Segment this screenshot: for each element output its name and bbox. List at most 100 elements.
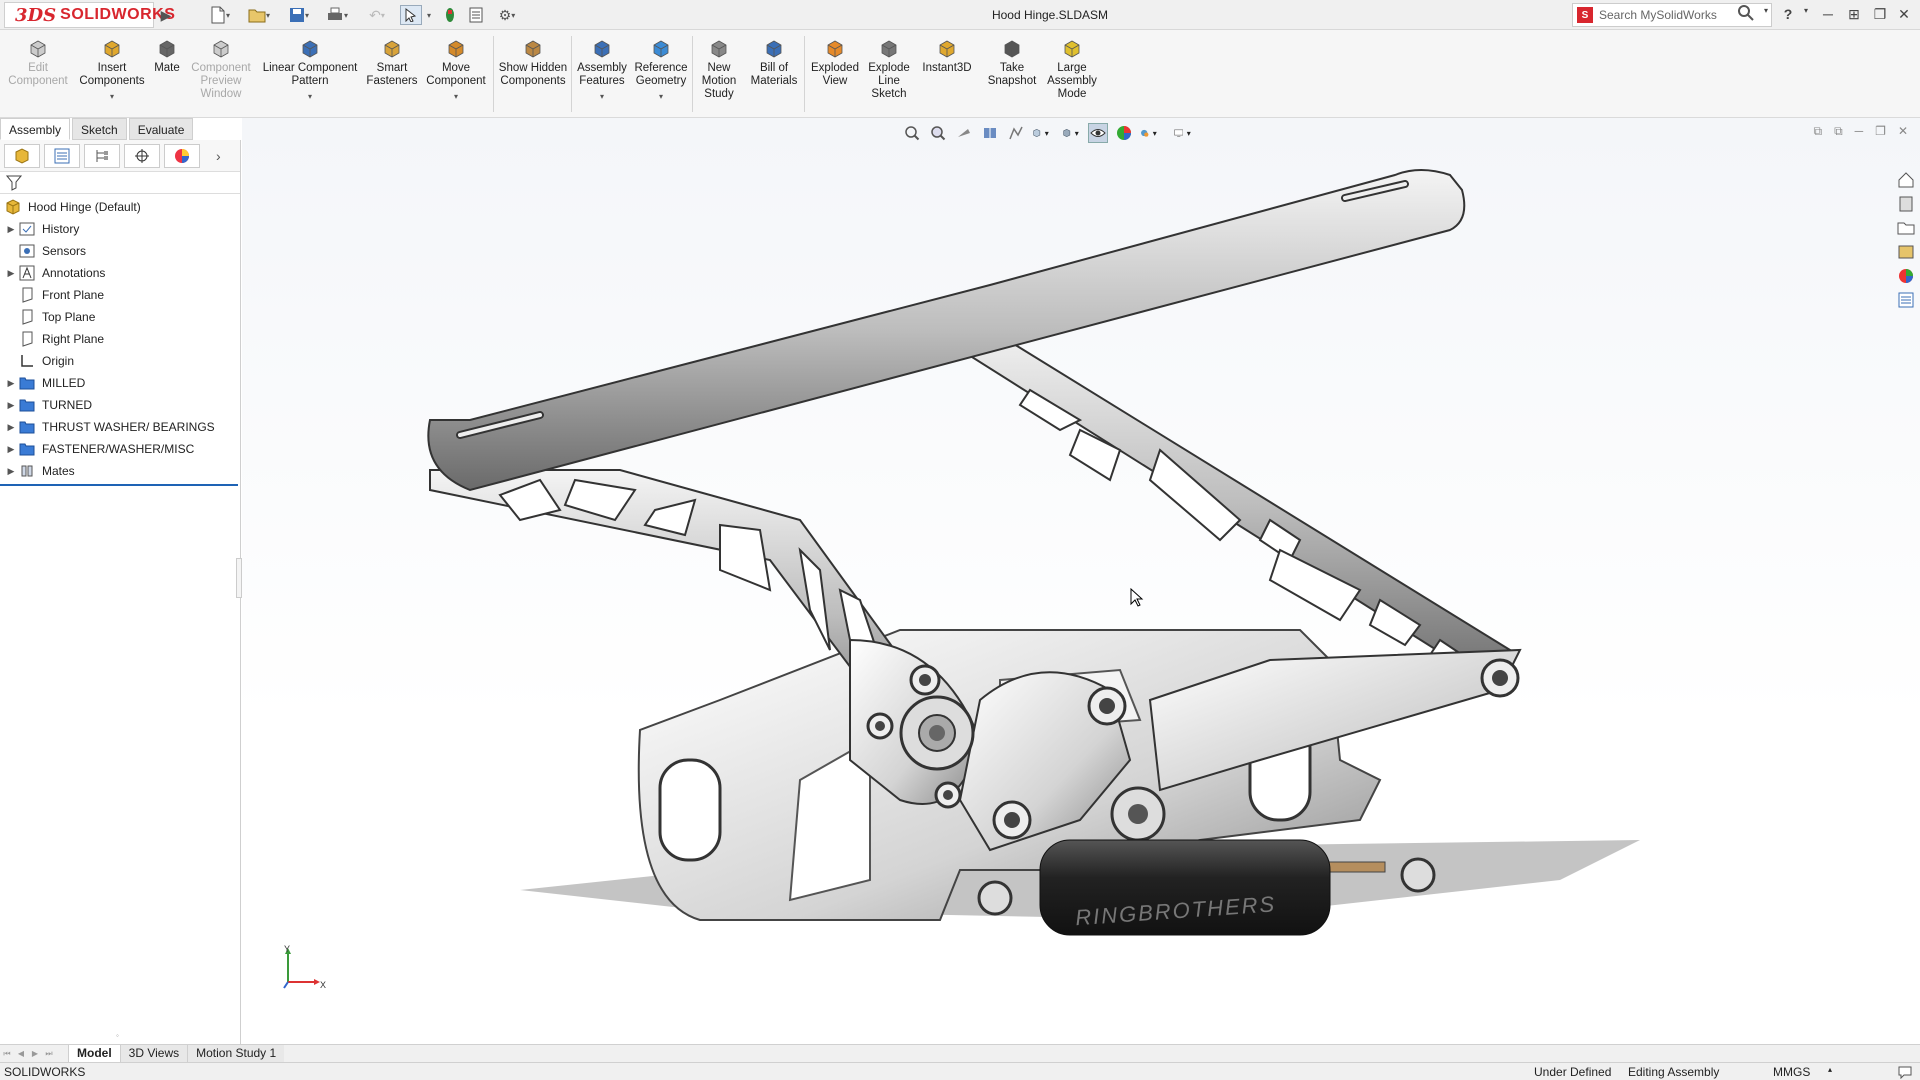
help-icon[interactable]: ? bbox=[1778, 6, 1798, 24]
solidworks-resources-icon[interactable] bbox=[1896, 170, 1916, 190]
tool-dropdown-icon[interactable]: ▾ bbox=[600, 90, 604, 103]
custom-properties-icon[interactable] bbox=[1896, 290, 1916, 310]
first-tab-arrow-icon[interactable]: ⏮ bbox=[0, 1047, 14, 1061]
tool-explode-line-button[interactable]: Explode Line Sketch bbox=[864, 38, 914, 101]
motion-study-icon bbox=[708, 38, 730, 60]
help-dropdown-icon[interactable]: ▾ bbox=[1796, 6, 1816, 24]
tree-item-history[interactable]: ▶ History bbox=[0, 218, 240, 240]
tool-dropdown-icon[interactable]: ▾ bbox=[659, 90, 663, 103]
tool-instant3d-button[interactable]: Instant3D bbox=[918, 38, 976, 75]
panel-resize-grip[interactable]: ◦ bbox=[116, 1031, 119, 1040]
tool-edit-component-button[interactable]: Edit Component bbox=[6, 38, 70, 88]
dimxpert-manager-tab-icon[interactable] bbox=[124, 143, 160, 168]
feature-manager-tab-icon[interactable] bbox=[4, 143, 40, 168]
tool-mate-button[interactable]: Mate bbox=[152, 38, 182, 75]
tree-item-thrust-washer-bearings[interactable]: ▶ THRUST WASHER/ BEARINGS bbox=[0, 416, 240, 438]
search-magnifier-icon[interactable] bbox=[1736, 4, 1756, 22]
origin-icon bbox=[18, 353, 36, 369]
hood-hinge-model[interactable]: RINGBROTHERS bbox=[242, 118, 1920, 1044]
tree-item-turned[interactable]: ▶ TURNED bbox=[0, 394, 240, 416]
tree-item-right-plane[interactable]: Right Plane bbox=[0, 328, 240, 350]
filter-icon bbox=[6, 175, 23, 191]
chat-bubble-icon[interactable] bbox=[1898, 1065, 1912, 1080]
tool-smart-fasteners-button[interactable]: Smart Fasteners bbox=[364, 38, 420, 88]
tab-3d-views[interactable]: 3D Views bbox=[119, 1044, 188, 1063]
tree-item-label: Annotations bbox=[42, 266, 106, 280]
status-definition-state: Under Defined bbox=[1534, 1065, 1612, 1079]
tool-linear-pattern-button[interactable]: Linear Component Pattern ▾ bbox=[260, 38, 360, 103]
next-tab-arrow-icon[interactable]: ▶ bbox=[28, 1047, 42, 1061]
minimize-icon[interactable]: ─ bbox=[1818, 6, 1838, 24]
appearances-icon[interactable] bbox=[1896, 266, 1916, 286]
expand-arrow-icon[interactable]: ▶ bbox=[4, 378, 18, 389]
bottom-tabs-bar: ⏮ ◀ ▶ ⏭ Model 3D Views Motion Study 1 bbox=[0, 1044, 1920, 1063]
tool-move-component-button[interactable]: Move Component ▾ bbox=[424, 38, 488, 103]
mates-icon bbox=[18, 463, 36, 479]
tool-snapshot-button[interactable]: Take Snapshot bbox=[984, 38, 1040, 88]
tool-label: Instant3D bbox=[922, 62, 972, 74]
tree-item-annotations[interactable]: ▶ Annotations bbox=[0, 262, 240, 284]
tool-exploded-view-button[interactable]: Exploded View bbox=[808, 38, 862, 88]
assembly-icon bbox=[4, 199, 22, 215]
last-tab-arrow-icon[interactable]: ⏭ bbox=[42, 1047, 56, 1061]
tool-bom-button[interactable]: Bill of Materials bbox=[748, 38, 800, 88]
tree-item-sensors[interactable]: Sensors bbox=[0, 240, 240, 262]
configuration-manager-tab-icon[interactable] bbox=[84, 143, 120, 168]
graphics-area[interactable]: ▾ ▾ ▾ ▾ ⧉ ⧉ ─ ❐ ✕ RINGBROTHERS Y X bbox=[242, 118, 1920, 1044]
tool-dropdown-icon[interactable]: ▾ bbox=[308, 90, 312, 103]
tool-insert-components-button[interactable]: Insert Components ▾ bbox=[76, 38, 148, 103]
tool-motion-study-button[interactable]: New Motion Study bbox=[696, 38, 742, 101]
tab-model[interactable]: Model bbox=[68, 1044, 120, 1063]
smart-fasteners-icon bbox=[381, 38, 403, 60]
expand-arrow-icon[interactable]: ▶ bbox=[4, 268, 18, 279]
expand-arrow-icon[interactable]: ▶ bbox=[4, 400, 18, 411]
tool-label: Exploded View bbox=[811, 62, 859, 87]
units-dropdown-icon[interactable]: ▴ bbox=[1828, 1065, 1832, 1074]
tree-item-milled[interactable]: ▶ MILLED bbox=[0, 372, 240, 394]
display-manager-tab-icon[interactable] bbox=[164, 143, 200, 168]
expand-arrow-icon[interactable]: ▶ bbox=[4, 466, 18, 477]
tool-dropdown-icon[interactable]: ▾ bbox=[454, 90, 458, 103]
tool-show-hidden-button[interactable]: Show Hidden Components bbox=[498, 38, 568, 88]
tree-root-label: Hood Hinge (Default) bbox=[28, 200, 141, 214]
panel-expand-chevron-icon[interactable]: › bbox=[216, 148, 221, 164]
tool-dropdown-icon[interactable]: ▾ bbox=[110, 90, 114, 103]
close-icon[interactable]: ✕ bbox=[1894, 6, 1914, 24]
tree-item-mates[interactable]: ▶ Mates bbox=[0, 460, 240, 482]
manager-tabs: › bbox=[0, 140, 240, 172]
units-selector[interactable]: MMGS bbox=[1773, 1065, 1810, 1079]
tree-item-top-plane[interactable]: Top Plane bbox=[0, 306, 240, 328]
tree-item-origin[interactable]: Origin bbox=[0, 350, 240, 372]
tool-reference-geometry-button[interactable]: Reference Geometry ▾ bbox=[632, 38, 690, 103]
tool-large-assembly-button[interactable]: Large Assembly Mode bbox=[1044, 38, 1100, 101]
tree-root[interactable]: Hood Hinge (Default) bbox=[0, 196, 240, 218]
tree-filter[interactable] bbox=[0, 172, 240, 194]
tree-rollback-bar[interactable] bbox=[0, 484, 238, 486]
view-palette-icon[interactable] bbox=[1896, 242, 1916, 262]
expand-arrow-icon[interactable]: ▶ bbox=[4, 444, 18, 455]
tab-sketch[interactable]: Sketch bbox=[72, 118, 127, 140]
tree-item-label: History bbox=[42, 222, 80, 236]
tree-item-fastener-washer-misc[interactable]: ▶ FASTENER/WASHER/MISC bbox=[0, 438, 240, 460]
file-explorer-icon[interactable] bbox=[1896, 218, 1916, 238]
explode-line-icon bbox=[878, 38, 900, 60]
search-dropdown-icon[interactable]: ▾ bbox=[1756, 6, 1776, 24]
edit-component-icon bbox=[27, 38, 49, 60]
tool-preview-window-button[interactable]: Component Preview Window bbox=[188, 38, 254, 101]
tab-assembly[interactable]: Assembly bbox=[0, 118, 71, 140]
previous-tab-arrow-icon[interactable]: ◀ bbox=[14, 1047, 28, 1061]
tree-item-label: MILLED bbox=[42, 376, 86, 390]
triad-x-label: X bbox=[320, 980, 326, 990]
tab-motion-study[interactable]: Motion Study 1 bbox=[187, 1044, 285, 1063]
tool-assembly-features-button[interactable]: Assembly Features ▾ bbox=[576, 38, 628, 103]
property-manager-tab-icon[interactable] bbox=[44, 143, 80, 168]
expand-arrow-icon[interactable]: ▶ bbox=[4, 224, 18, 235]
tab-evaluate[interactable]: Evaluate bbox=[128, 118, 194, 140]
toolbar-separator bbox=[493, 36, 494, 112]
restore-icon[interactable]: ❐ bbox=[1870, 6, 1890, 24]
design-library-icon[interactable] bbox=[1896, 194, 1916, 214]
expand-arrow-icon[interactable]: ▶ bbox=[4, 422, 18, 433]
preview-window-icon bbox=[210, 38, 232, 60]
tile-windows-icon[interactable]: ⊞ bbox=[1844, 6, 1864, 24]
tree-item-front-plane[interactable]: Front Plane bbox=[0, 284, 240, 306]
